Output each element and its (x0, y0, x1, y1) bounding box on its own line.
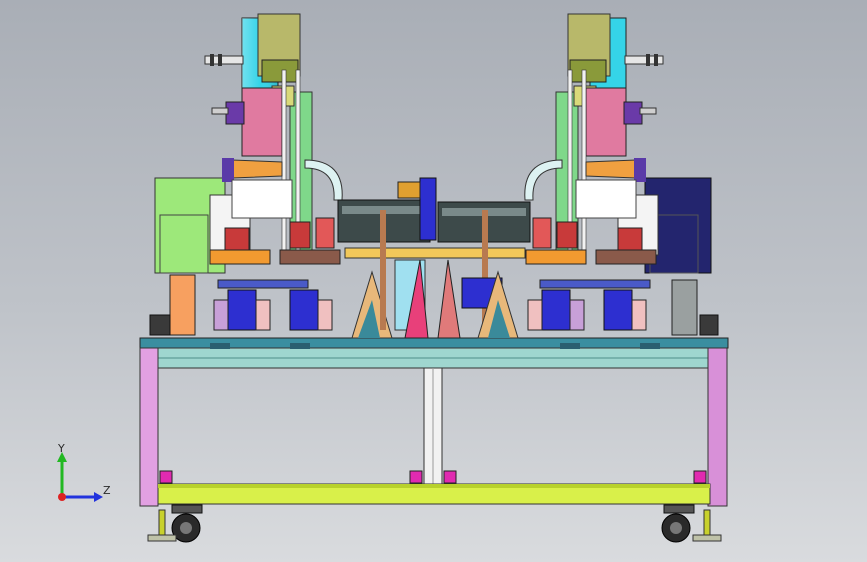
orientation-triad: Y Z (57, 442, 111, 502)
triad-y-label: Y (57, 442, 65, 455)
triad-z-label: Z (103, 484, 111, 497)
right-clamp-2 (603, 289, 633, 331)
left-cylinder (231, 159, 283, 179)
right-leveling-foot (692, 509, 722, 542)
left-clamp-2 (289, 289, 319, 331)
right-clamp-1 (541, 289, 571, 331)
right-orange-bar (525, 249, 587, 265)
triad-x-axis-dot (58, 493, 66, 501)
right-leg (707, 347, 728, 507)
bracket-foot (409, 470, 423, 484)
left-orange-bar (209, 249, 271, 265)
right-assembly (477, 13, 719, 339)
left-assembly (149, 13, 393, 339)
cad-viewport[interactable]: Y Z (0, 0, 867, 562)
left-clamp-1 (227, 289, 257, 331)
bracket-foot (693, 470, 707, 484)
right-pink-block (585, 87, 627, 157)
machine-frame (139, 337, 729, 507)
bracket-foot (159, 470, 173, 484)
right-caster (661, 504, 695, 543)
right-cylinder (585, 159, 637, 179)
left-pink-block (241, 87, 283, 157)
bracket-foot (443, 470, 457, 484)
left-leg (139, 347, 159, 507)
